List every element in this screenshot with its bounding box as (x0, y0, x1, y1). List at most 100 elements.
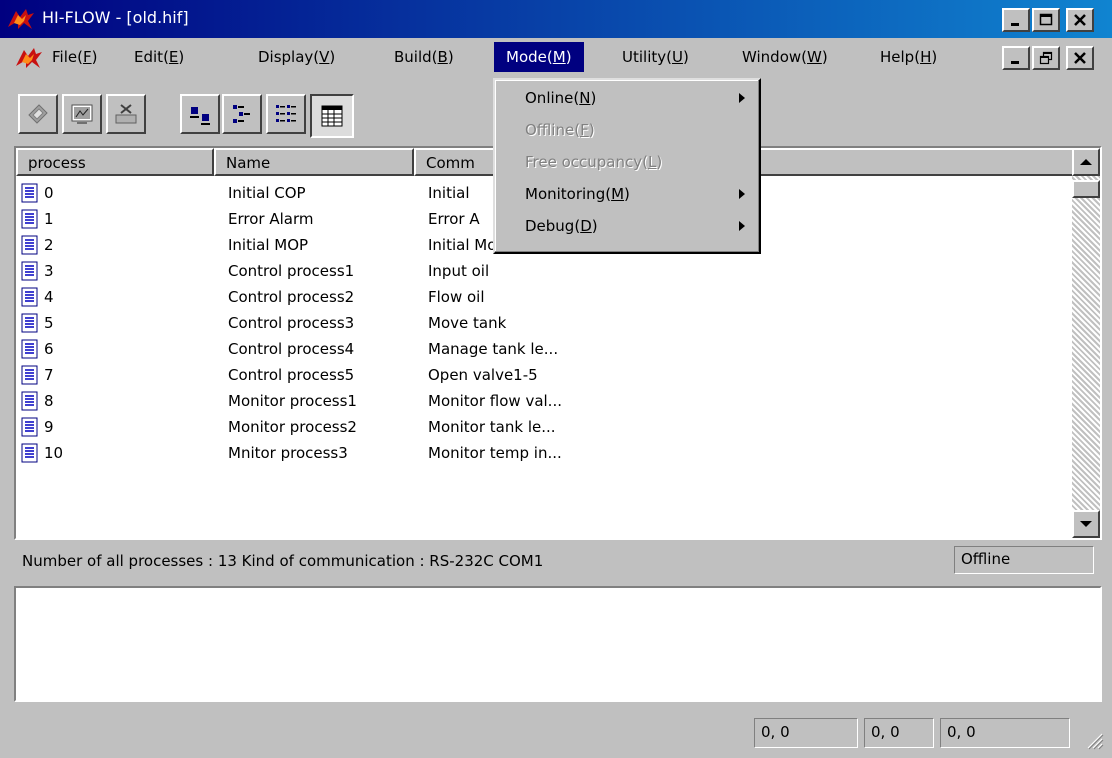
process-document-icon (21, 235, 38, 255)
menu-window-key: W (807, 48, 822, 66)
eject-button[interactable] (106, 94, 146, 134)
restore-icon (1039, 51, 1053, 65)
menu-item-debug[interactable]: Debug(D) (495, 210, 759, 242)
document-menu-logo-icon[interactable] (14, 46, 44, 70)
list-view-button[interactable] (266, 94, 306, 134)
table-row[interactable]: 3 Control process1 Input oil (16, 258, 1076, 284)
table-row[interactable]: 6 Control process4 Manage tank le... (16, 336, 1076, 362)
menu-file[interactable]: File(F) (52, 48, 97, 66)
menu-edit-label: Edit (134, 48, 164, 66)
details-view-icon (321, 105, 343, 127)
menu-utility-label: Utility (622, 48, 667, 66)
monitor-button[interactable] (62, 94, 102, 134)
title-bar[interactable]: HI-FLOW - [old.hif] (0, 0, 1112, 38)
menu-item-monitoring-key: M (611, 185, 625, 203)
menu-help-label: Help (880, 48, 915, 66)
menu-item-offline-label: Offline (525, 121, 575, 139)
menu-edit[interactable]: Edit(E) (134, 48, 184, 66)
table-row[interactable]: 4 Control process2 Flow oil (16, 284, 1076, 310)
maximize-button[interactable] (1032, 8, 1060, 32)
scroll-down-button[interactable] (1072, 510, 1100, 538)
cell-process: 3 (44, 262, 54, 280)
mdi-close-button[interactable] (1066, 46, 1094, 70)
minimize-icon (1011, 61, 1019, 64)
small-icons-view-icon (233, 105, 250, 123)
output-panel[interactable] (14, 586, 1102, 702)
app-logo-icon (8, 9, 34, 29)
cell-name: Mnitor process3 (228, 444, 348, 462)
column-header-process[interactable]: process (16, 148, 214, 176)
cell-name: Control process3 (228, 314, 355, 332)
scroll-thumb[interactable] (1072, 180, 1100, 198)
menu-item-monitoring[interactable]: Monitoring(M) (495, 178, 759, 210)
submenu-arrow-icon (739, 93, 745, 103)
mode-menu-dropdown: Online(N) Offline(F) Free occupancy(L) M… (493, 78, 761, 254)
cell-process: 2 (44, 236, 54, 254)
menu-item-offline-key: F (580, 121, 589, 139)
table-row[interactable]: 5 Control process3 Move tank (16, 310, 1076, 336)
table-row[interactable]: 8 Monitor process1 Monitor flow val... (16, 388, 1076, 414)
mdi-minimize-button[interactable] (1002, 46, 1030, 70)
menu-help[interactable]: Help(H) (880, 48, 937, 66)
cell-process: 5 (44, 314, 54, 332)
menu-item-online[interactable]: Online(N) (495, 82, 759, 114)
menu-mode-key: M (552, 48, 566, 66)
menu-item-debug-key: D (580, 217, 592, 235)
cell-process: 1 (44, 210, 54, 228)
menu-item-offline: Offline(F) (525, 121, 595, 139)
menu-item-free-occupancy: Free occupancy(L) (525, 153, 663, 171)
cell-comment: Open valve1-5 (428, 366, 538, 384)
coordinate-readout-1: 0, 0 (754, 718, 858, 748)
coordinate-readout-2: 0, 0 (864, 718, 934, 748)
minimize-button[interactable] (1002, 8, 1030, 32)
menu-build[interactable]: Build(B) (394, 48, 454, 66)
process-document-icon (21, 261, 38, 281)
menu-display-key: V (319, 48, 330, 66)
close-icon (1074, 14, 1086, 26)
cell-name: Control process5 (228, 366, 355, 384)
menu-file-key: F (82, 48, 92, 66)
mdi-restore-button[interactable] (1032, 46, 1060, 70)
download-button[interactable] (18, 94, 58, 134)
vertical-scrollbar[interactable] (1072, 148, 1100, 538)
column-header-name[interactable]: Name (214, 148, 414, 176)
process-document-icon (21, 339, 38, 359)
menu-item-free-occupancy-key: L (647, 153, 657, 171)
close-button[interactable] (1066, 8, 1094, 32)
cell-name: Initial COP (228, 184, 306, 202)
eject-icon (115, 104, 137, 124)
scroll-up-arrow-icon (1080, 159, 1092, 165)
menu-item-online-key: N (579, 89, 591, 107)
process-summary-text: Number of all processes : 13 Kind of com… (22, 552, 544, 570)
cell-name: Monitor process1 (228, 392, 357, 410)
cell-name: Control process1 (228, 262, 355, 280)
window-title: HI-FLOW - [old.hif] (42, 8, 189, 27)
cell-process: 10 (44, 444, 64, 462)
menu-edit-key: E (168, 48, 179, 66)
menu-help-key: H (920, 48, 932, 66)
scroll-up-button[interactable] (1072, 148, 1100, 176)
large-icons-view-icon (190, 107, 210, 125)
table-row[interactable]: 7 Control process5 Open valve1-5 (16, 362, 1076, 388)
cell-comment: Flow oil (428, 288, 485, 306)
cell-name: Initial MOP (228, 236, 309, 254)
menu-item-free-occupancy-label: Free occupancy (525, 153, 643, 171)
resize-grip-icon[interactable] (1084, 730, 1104, 750)
scroll-down-arrow-icon (1080, 521, 1092, 527)
menu-window[interactable]: Window(W) (742, 48, 828, 66)
maximize-icon (1039, 13, 1053, 26)
small-icons-view-button[interactable] (222, 94, 262, 134)
table-row[interactable]: 9 Monitor process2 Monitor tank le... (16, 414, 1076, 440)
cell-process: 6 (44, 340, 54, 358)
large-icons-view-button[interactable] (180, 94, 220, 134)
cell-comment: Monitor flow val... (428, 392, 562, 410)
details-view-button[interactable] (310, 94, 354, 138)
cell-process: 4 (44, 288, 54, 306)
menu-mode[interactable]: Mode(M) (494, 42, 584, 72)
cell-process: 8 (44, 392, 54, 410)
download-icon (28, 104, 48, 124)
menu-display[interactable]: Display(V) (258, 48, 335, 66)
menu-window-label: Window (742, 48, 802, 66)
menu-utility[interactable]: Utility(U) (622, 48, 689, 66)
table-row[interactable]: 10 Mnitor process3 Monitor temp in... (16, 440, 1076, 466)
